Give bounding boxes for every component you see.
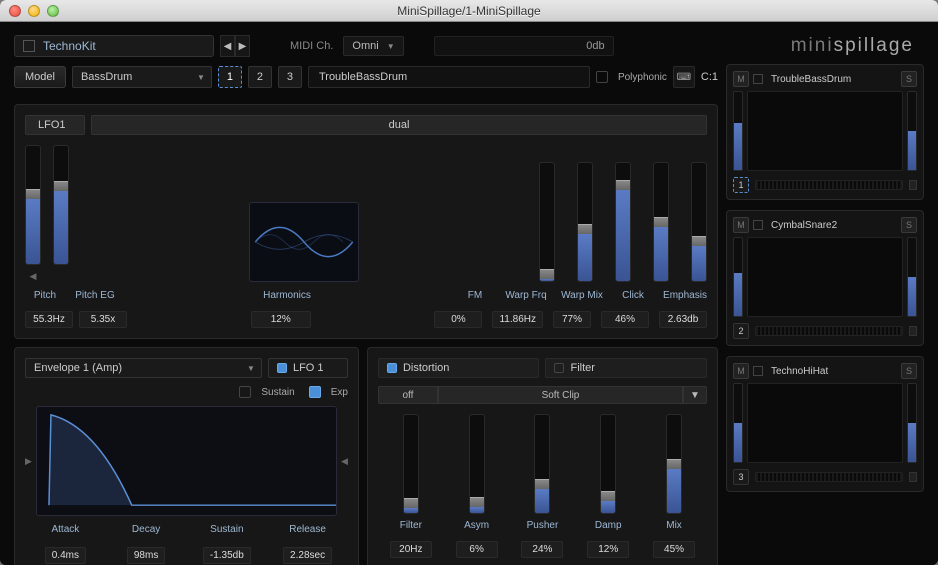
preset-selector[interactable]: TechnoKit — [14, 35, 214, 57]
pad-1[interactable]: M TroubleBassDrum S 1 — [726, 64, 924, 200]
mute-button[interactable]: M — [733, 217, 749, 233]
pad-2[interactable]: M CymbalSnare2 S 2 — [726, 210, 924, 346]
damp-value[interactable]: 12% — [587, 541, 629, 558]
pad-number[interactable]: 1 — [733, 177, 749, 193]
mix-slider[interactable] — [666, 414, 682, 514]
mute-button[interactable]: M — [733, 71, 749, 87]
pad-meter — [755, 180, 903, 190]
pad-level-slider[interactable] — [733, 237, 743, 317]
click-slider[interactable] — [653, 162, 669, 282]
exp-checkbox[interactable]: Exp — [309, 386, 348, 398]
solo-button[interactable]: S — [901, 217, 917, 233]
pusher-value[interactable]: 24% — [521, 541, 563, 558]
preset-name: TechnoKit — [43, 39, 96, 53]
pad-color-icon — [753, 220, 763, 230]
pad-pan-slider[interactable] — [907, 237, 917, 317]
handle-left-icon[interactable]: ▶ — [25, 456, 32, 467]
handle-icon: ◀ — [30, 271, 37, 282]
asym-value[interactable]: 6% — [456, 541, 498, 558]
keyboard-icon[interactable]: ⌨ — [673, 66, 695, 88]
envelope-graph[interactable] — [36, 406, 337, 516]
warp-mix-slider[interactable] — [615, 162, 631, 282]
pad-number[interactable]: 3 — [733, 469, 749, 485]
distortion-tab[interactable]: Distortion — [378, 358, 540, 378]
fx-panel: Distortion Filter off Soft Clip ▼ — [367, 347, 718, 565]
pad-select-1[interactable]: 1 — [218, 66, 242, 88]
dual-tab[interactable]: dual — [91, 115, 707, 135]
envelope-panel: Envelope 1 (Amp)▼ LFO 1 Sustain Exp ▶ — [14, 347, 359, 565]
damp-slider[interactable] — [600, 414, 616, 514]
output-meter: 0db — [434, 36, 614, 56]
pad-waveform — [747, 91, 903, 171]
emphasis-value[interactable]: 2.63db — [659, 311, 707, 328]
fm-value[interactable]: 0% — [434, 311, 482, 328]
lfo-source-dropdown[interactable]: LFO 1 — [268, 358, 348, 378]
pad-indicator-icon — [909, 180, 917, 190]
pitch-eg-value[interactable]: 5.35x — [79, 311, 127, 328]
chevron-down-icon[interactable]: ▼ — [683, 386, 707, 404]
emphasis-slider[interactable] — [691, 162, 707, 282]
pad-level-slider[interactable] — [733, 383, 743, 463]
pad-number[interactable]: 2 — [733, 323, 749, 339]
polyphonic-checkbox[interactable]: Polyphonic — [596, 71, 667, 83]
pad-indicator-icon — [909, 326, 917, 336]
pad-waveform — [747, 237, 903, 317]
envelope-selector[interactable]: Envelope 1 (Amp)▼ — [25, 358, 262, 378]
voice-name-field[interactable]: TroubleBassDrum — [308, 66, 590, 88]
oscillator-panel: LFO1 dual ◀ — [14, 104, 718, 339]
warp-mix-value[interactable]: 77% — [553, 311, 591, 328]
chevron-down-icon: ▼ — [197, 73, 205, 82]
solo-button[interactable]: S — [901, 71, 917, 87]
lfo1-tab[interactable]: LFO1 — [25, 115, 85, 135]
release-value[interactable]: 2.28sec — [283, 547, 332, 564]
sustain-value[interactable]: -1.35db — [203, 547, 251, 564]
pad-3[interactable]: M TechnoHiHat S 3 — [726, 356, 924, 492]
midi-channel-dropdown[interactable]: Omni ▼ — [343, 36, 403, 56]
pad-indicator-icon — [909, 472, 917, 482]
preset-prev-button[interactable]: ◀ — [220, 35, 235, 57]
key-display: C:1 — [701, 71, 718, 83]
pad-meter — [755, 326, 903, 336]
harmonics-display — [249, 202, 359, 282]
pad-meter — [755, 472, 903, 482]
fm-slider[interactable] — [539, 162, 555, 282]
sustain-checkbox[interactable]: Sustain — [239, 386, 294, 398]
titlebar: MiniSpillage/1-MiniSpillage — [0, 0, 938, 22]
pad-pan-slider[interactable] — [907, 383, 917, 463]
solo-button[interactable]: S — [901, 363, 917, 379]
filter-freq-value[interactable]: 20Hz — [390, 541, 432, 558]
preset-next-button[interactable]: ▶ — [235, 35, 250, 57]
click-value[interactable]: 46% — [601, 311, 649, 328]
mix-value[interactable]: 45% — [653, 541, 695, 558]
harmonics-value[interactable]: 12% — [251, 311, 311, 328]
handle-right-icon[interactable]: ◀ — [341, 456, 348, 467]
preset-icon — [23, 40, 35, 52]
pitch-value[interactable]: 55.3Hz — [25, 311, 73, 328]
pusher-slider[interactable] — [534, 414, 550, 514]
chevron-down-icon: ▼ — [387, 42, 395, 51]
decay-value[interactable]: 98ms — [127, 547, 165, 564]
pad-select-3[interactable]: 3 — [278, 66, 302, 88]
model-button[interactable]: Model — [14, 66, 66, 88]
brand-logo: minispillage — [791, 35, 914, 57]
warp-frq-value[interactable]: 11.86Hz — [492, 311, 543, 328]
pitch-eg-slider[interactable] — [53, 145, 69, 265]
midi-channel-label: MIDI Ch. — [290, 40, 333, 52]
attack-value[interactable]: 0.4ms — [45, 547, 86, 564]
filter-tab[interactable]: Filter — [545, 358, 707, 378]
pad-color-icon — [753, 74, 763, 84]
pad-color-icon — [753, 366, 763, 376]
pad-select-2[interactable]: 2 — [248, 66, 272, 88]
pitch-slider[interactable] — [25, 145, 41, 265]
warp-frq-slider[interactable] — [577, 162, 593, 282]
pad-waveform — [747, 383, 903, 463]
pad-pan-slider[interactable] — [907, 91, 917, 171]
mute-button[interactable]: M — [733, 363, 749, 379]
window-title: MiniSpillage/1-MiniSpillage — [0, 4, 938, 18]
pad-level-slider[interactable] — [733, 91, 743, 171]
model-dropdown[interactable]: BassDrum ▼ — [72, 66, 212, 88]
asym-slider[interactable] — [469, 414, 485, 514]
filter-freq-slider[interactable] — [403, 414, 419, 514]
distortion-mode-selector[interactable]: off Soft Clip ▼ — [378, 386, 707, 404]
